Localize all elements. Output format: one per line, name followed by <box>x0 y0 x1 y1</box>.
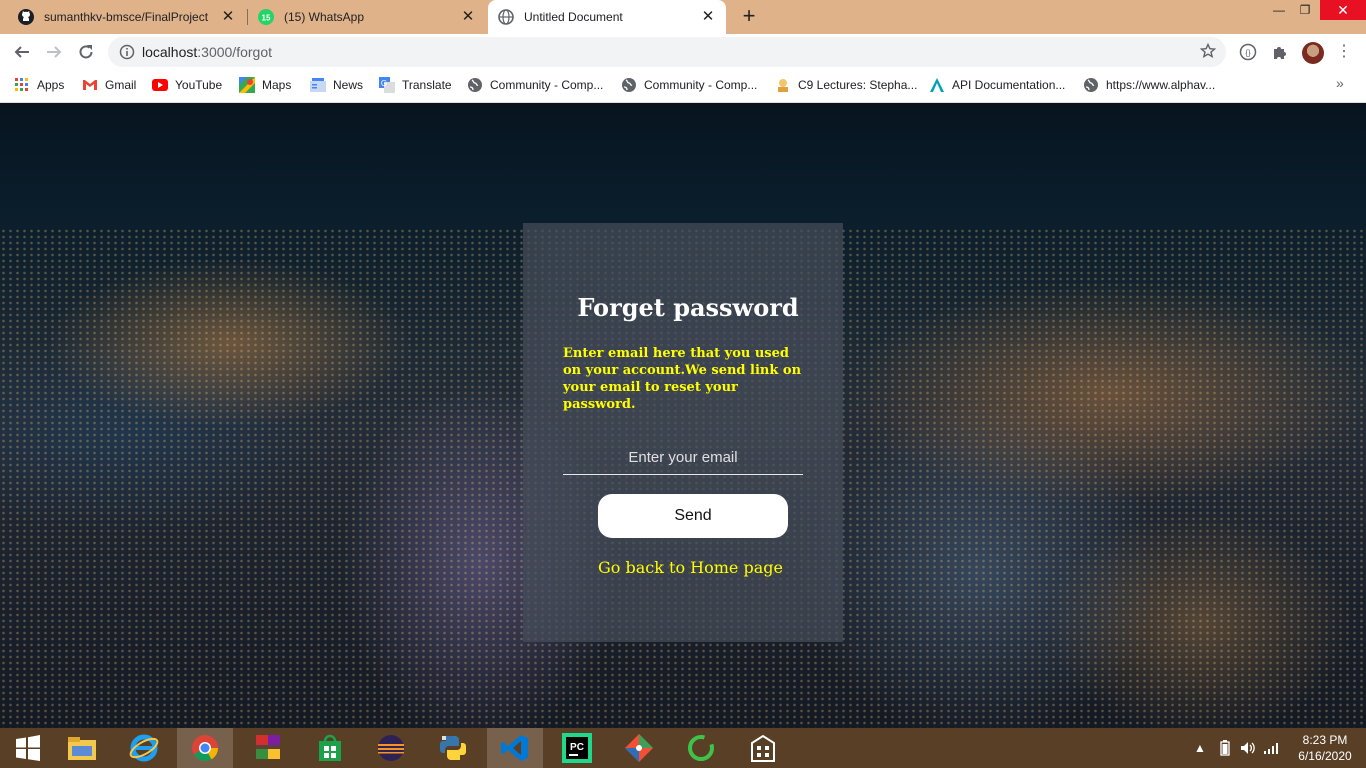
globe-icon <box>1083 77 1099 93</box>
bookmark-label: API Documentation... <box>952 78 1066 92</box>
tab-github[interactable]: sumanthkv-bmsce/FinalProject ✕ <box>8 0 246 34</box>
store-icon[interactable] <box>302 728 358 768</box>
extensions-puzzle-icon[interactable] <box>1270 42 1290 62</box>
eclipse-icon[interactable] <box>363 728 419 768</box>
bookmark-label: C9 Lectures: Stepha... <box>798 78 918 92</box>
bookmarks-bar: Apps Gmail YouTube Maps News G Translate <box>0 71 1366 103</box>
address-bar[interactable]: localhost:3000/forgot <box>108 37 1226 67</box>
bookmark-youtube[interactable]: YouTube <box>152 71 222 99</box>
bookmark-label: Apps <box>37 78 65 92</box>
clock-date: 6/16/2020 <box>1298 749 1352 763</box>
news-icon <box>310 77 326 93</box>
forward-arrow-icon[interactable] <box>42 40 66 64</box>
vscode-icon[interactable] <box>487 728 543 768</box>
tab-title: Untitled Document <box>524 10 623 24</box>
tab-title: sumanthkv-bmsce/FinalProject <box>44 10 209 24</box>
maps-icon <box>239 77 255 93</box>
svg-text:{}: {} <box>1245 49 1251 58</box>
bookmark-news[interactable]: News <box>310 71 363 99</box>
send-button[interactable]: Send <box>598 494 788 538</box>
api-icon <box>929 77 945 93</box>
globe-icon <box>621 77 637 93</box>
forgot-password-card: Forget password Enter email here that yo… <box>523 223 843 642</box>
tab-strip: sumanthkv-bmsce/FinalProject ✕ 15 (15) W… <box>0 0 1366 34</box>
close-tab-icon[interactable]: ✕ <box>700 9 716 25</box>
close-window-button[interactable]: ✕ <box>1320 0 1366 20</box>
python-icon[interactable] <box>425 728 481 768</box>
svg-text:PC: PC <box>570 742 584 753</box>
bookmark-label: Translate <box>402 78 452 92</box>
bookmark-star-icon[interactable] <box>1199 42 1217 62</box>
bookmark-maps[interactable]: Maps <box>239 71 291 99</box>
new-tab-button[interactable]: + <box>738 5 760 27</box>
winrar-icon[interactable] <box>240 728 296 768</box>
profile-avatar[interactable] <box>1302 42 1324 64</box>
system-clock[interactable]: 8:23 PM 6/16/2020 <box>1290 732 1360 764</box>
bookmark-community-1[interactable]: Community - Comp... <box>467 71 603 99</box>
network-signal-icon[interactable] <box>1264 728 1280 768</box>
windows-start-icon[interactable] <box>0 728 56 768</box>
menu-kebab-icon[interactable]: ⋮ <box>1336 41 1352 63</box>
bookmark-translate[interactable]: G Translate <box>379 71 452 99</box>
apps-grid-icon <box>14 77 30 93</box>
tab-whatsapp[interactable]: 15 (15) WhatsApp ✕ <box>248 0 486 34</box>
email-input[interactable] <box>563 441 803 475</box>
battery-icon[interactable] <box>1220 728 1230 768</box>
show-hidden-icons-chevron[interactable]: ▲ <box>1194 728 1206 768</box>
home-page-link[interactable]: Go back to Home page <box>598 558 783 577</box>
extension-icon[interactable]: {} <box>1238 42 1258 62</box>
internet-explorer-icon[interactable] <box>116 728 172 768</box>
info-icon[interactable] <box>119 44 135 63</box>
close-tab-icon[interactable]: ✕ <box>220 9 236 25</box>
svg-text:G: G <box>381 79 387 88</box>
bookmark-label: News <box>333 78 364 92</box>
bookmark-label: Community - Comp... <box>644 78 758 92</box>
browser-toolbar: localhost:3000/forgot {} <box>0 34 1366 71</box>
whatsapp-icon: 15 <box>258 9 274 25</box>
reload-icon[interactable] <box>74 40 98 64</box>
c9-icon <box>775 77 791 93</box>
back-arrow-icon[interactable] <box>10 40 34 64</box>
bookmark-label: YouTube <box>175 78 223 92</box>
building-app-icon[interactable] <box>735 728 791 768</box>
file-explorer-icon[interactable] <box>54 728 110 768</box>
page-background: Forget password Enter email here that yo… <box>0 103 1366 728</box>
bookmark-label: Maps <box>262 78 292 92</box>
bookmark-community-2[interactable]: Community - Comp... <box>621 71 757 99</box>
url-host: localhost <box>142 44 198 60</box>
close-tab-icon[interactable]: ✕ <box>460 9 476 25</box>
windows-taskbar: PC ▲ 8:23 PM 6/16/2020 <box>0 728 1366 768</box>
tab-title: (15) WhatsApp <box>284 10 365 24</box>
pycharm-icon[interactable]: PC <box>549 728 605 768</box>
bookmark-apps[interactable]: Apps <box>14 71 64 99</box>
github-icon <box>18 9 34 25</box>
bookmark-api-docs[interactable]: API Documentation... <box>929 71 1065 99</box>
bookmark-label: Community - Comp... <box>490 78 604 92</box>
translate-icon: G <box>379 77 395 93</box>
restore-window-icon[interactable]: ❐ <box>1292 0 1318 20</box>
url-text[interactable]: localhost:3000/forgot <box>142 37 272 67</box>
globe-icon <box>498 9 514 25</box>
refresh-app-icon[interactable] <box>673 728 729 768</box>
whatsapp-badge-count: 15 <box>262 14 271 23</box>
instructions-text: Enter email here that you used on your a… <box>563 346 802 412</box>
url-path: :3000/forgot <box>197 44 272 60</box>
gmail-icon <box>82 77 98 93</box>
clock-time: 8:23 PM <box>1302 733 1348 747</box>
youtube-icon <box>152 77 168 93</box>
git-kraken-icon[interactable] <box>611 728 667 768</box>
minimize-window-icon[interactable]: — <box>1266 0 1292 20</box>
chrome-icon[interactable] <box>177 728 233 768</box>
tab-untitled-document[interactable]: Untitled Document ✕ <box>488 0 726 34</box>
more-bookmarks-chevron-icon[interactable]: » <box>1336 75 1344 91</box>
volume-icon[interactable] <box>1240 728 1256 768</box>
page-title: Forget password <box>577 293 799 322</box>
bookmark-c9-lectures[interactable]: C9 Lectures: Stepha... <box>775 71 917 99</box>
bookmark-alphav[interactable]: https://www.alphav... <box>1083 71 1215 99</box>
bookmark-label: https://www.alphav... <box>1106 78 1216 92</box>
bookmark-gmail[interactable]: Gmail <box>82 71 136 99</box>
bookmark-label: Gmail <box>105 78 137 92</box>
globe-icon <box>467 77 483 93</box>
